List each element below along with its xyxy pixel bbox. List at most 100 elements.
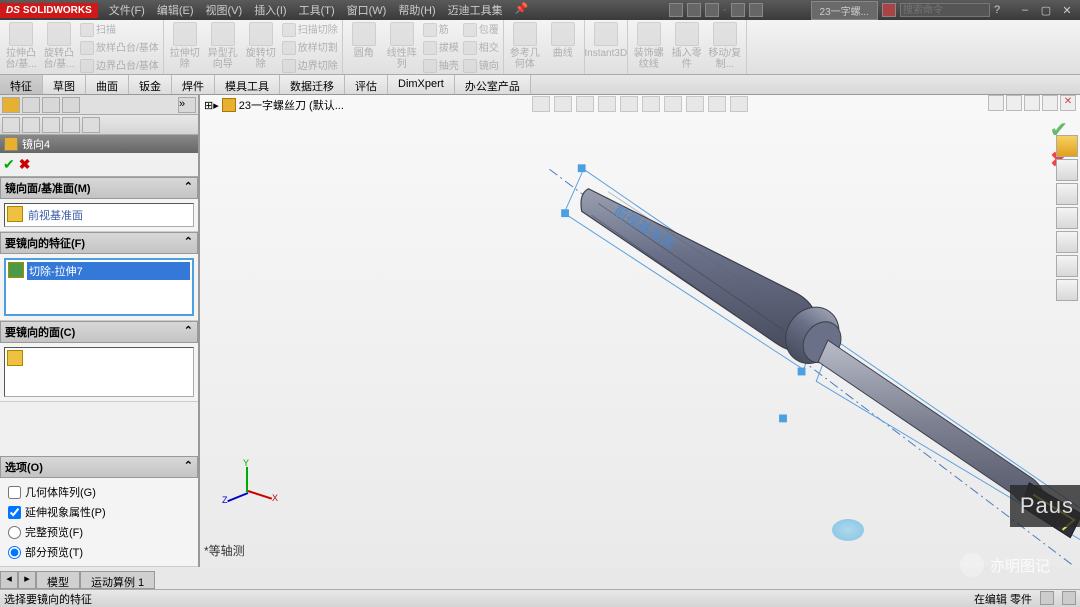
full-preview-radio[interactable] <box>8 526 21 539</box>
geom-pattern-checkbox[interactable] <box>8 486 21 499</box>
pm-tab-featuretree-icon[interactable] <box>2 97 20 113</box>
mirror-plane-select[interactable]: 前视基准面 <box>4 203 194 227</box>
minimize-icon[interactable]: – <box>1016 4 1034 17</box>
menu-window[interactable]: 窗口(W) <box>342 0 392 20</box>
graphics-viewport[interactable]: ⊞▸23一字螺丝刀 (默认... ✕ ✔ ✖ <box>200 95 1080 567</box>
extrude-boss-button[interactable]: 拉伸凸台/基... <box>4 22 38 70</box>
boundary-cut-button[interactable]: 边界切除 <box>282 58 338 74</box>
loft-button[interactable]: 放样凸台/基体 <box>80 40 159 56</box>
close-icon[interactable]: ✕ <box>1058 4 1076 17</box>
document-tab[interactable]: 23一字螺... <box>811 1 878 20</box>
scene-icon[interactable] <box>708 96 726 112</box>
boundary-button[interactable]: 边界凸台/基体 <box>80 58 159 74</box>
search-icon[interactable] <box>882 3 896 17</box>
intersect-button[interactable]: 相交 <box>463 40 499 56</box>
search-input[interactable] <box>900 3 990 17</box>
revolve-cut-button[interactable]: 旋转切除 <box>244 22 278 70</box>
propagate-props-checkbox[interactable] <box>8 506 21 519</box>
insert-part-button[interactable]: 插入零件 <box>670 22 704 70</box>
pm-tool-icon[interactable] <box>22 117 40 133</box>
tab-scroll-right-icon[interactable]: ▸ <box>18 571 36 589</box>
tab-evaluate[interactable]: 评估 <box>345 75 388 94</box>
prev-view-icon[interactable] <box>576 96 594 112</box>
tab-mold[interactable]: 模具工具 <box>215 75 280 94</box>
menu-pin-icon[interactable]: 📌 <box>510 0 534 20</box>
menu-view[interactable]: 视图(V) <box>201 0 248 20</box>
sweep-button[interactable]: 扫描 <box>80 22 159 38</box>
pm-tool-icon[interactable] <box>2 117 20 133</box>
tab-features[interactable]: 特征 <box>0 75 43 94</box>
tab-sheetmetal[interactable]: 钣金 <box>129 75 172 94</box>
section-mirror-features[interactable]: 要镜向的特征(F)⌃ <box>0 232 198 254</box>
qat-btn[interactable] <box>731 3 745 17</box>
qat-btn[interactable] <box>687 3 701 17</box>
tab-datamigration[interactable]: 数据迁移 <box>280 75 345 94</box>
menu-maidi[interactable]: 迈迪工具集 <box>443 0 508 20</box>
view-orient-icon[interactable] <box>620 96 638 112</box>
tab-sketch[interactable]: 草图 <box>43 75 86 94</box>
loft-cut-button[interactable]: 放样切割 <box>282 40 338 56</box>
menu-insert[interactable]: 插入(I) <box>249 0 291 20</box>
menu-help[interactable]: 帮助(H) <box>393 0 440 20</box>
vp-btn-icon[interactable] <box>1006 95 1022 111</box>
hide-show-icon[interactable] <box>664 96 682 112</box>
section-mirror-plane[interactable]: 镜向面/基准面(M)⌃ <box>0 177 198 199</box>
display-style-icon[interactable] <box>642 96 660 112</box>
appearance-icon[interactable] <box>686 96 704 112</box>
partial-preview-radio[interactable] <box>8 546 21 559</box>
mirror-button[interactable]: 镜向 <box>463 58 499 74</box>
wrap-button[interactable]: 包覆 <box>463 22 499 38</box>
revolve-boss-button[interactable]: 旋转凸台/基... <box>42 22 76 70</box>
section-view-icon[interactable] <box>598 96 616 112</box>
zoom-area-icon[interactable] <box>554 96 572 112</box>
qat-btn[interactable] <box>705 3 719 17</box>
menu-file[interactable]: 文件(F) <box>104 0 150 20</box>
vp-max-icon[interactable] <box>1042 95 1058 111</box>
move-copy-button[interactable]: 移动/复制... <box>708 22 742 70</box>
status-icon[interactable] <box>1040 591 1054 605</box>
view-settings-icon[interactable] <box>730 96 748 112</box>
menu-tools[interactable]: 工具(T) <box>294 0 340 20</box>
tab-scroll-left-icon[interactable]: ◂ <box>0 571 18 589</box>
menu-edit[interactable]: 编辑(E) <box>152 0 199 20</box>
tab-model[interactable]: 模型 <box>36 571 80 589</box>
cosmetic-thread-button[interactable]: 装饰螺纹线 <box>632 22 666 70</box>
pm-tool-icon[interactable] <box>62 117 80 133</box>
rib-button[interactable]: 筋 <box>423 22 459 38</box>
instant3d-button[interactable]: Instant3D <box>589 22 623 59</box>
ok-button[interactable]: ✔ <box>3 156 15 173</box>
pm-tool-icon[interactable] <box>82 117 100 133</box>
tab-office[interactable]: 办公室产品 <box>455 75 531 94</box>
qat-btn[interactable] <box>669 3 683 17</box>
cancel-button[interactable]: ✖ <box>19 156 31 173</box>
tab-weldments[interactable]: 焊件 <box>172 75 215 94</box>
tab-motion-study[interactable]: 运动算例 1 <box>80 571 155 589</box>
section-options[interactable]: 选项(O)⌃ <box>0 456 198 478</box>
mirror-features-select[interactable]: 切除-拉伸7 <box>4 258 194 316</box>
help-icon[interactable]: ? <box>994 4 1008 16</box>
section-mirror-faces[interactable]: 要镜向的面(C)⌃ <box>0 321 198 343</box>
vp-btn-icon[interactable] <box>988 95 1004 111</box>
vp-close-icon[interactable]: ✕ <box>1060 95 1076 111</box>
orientation-triad[interactable]: YXZ <box>224 467 274 517</box>
pm-tab-propmgr-icon[interactable] <box>22 97 40 113</box>
linear-pattern-button[interactable]: 线性阵列 <box>385 22 419 70</box>
ref-geom-button[interactable]: 参考几何体 <box>508 22 542 70</box>
hole-wizard-button[interactable]: 异型孔向导 <box>206 22 240 70</box>
zoom-fit-icon[interactable] <box>532 96 550 112</box>
pm-tab-pin-icon[interactable]: » <box>178 97 196 113</box>
qat-btn[interactable] <box>749 3 763 17</box>
pm-tool-icon[interactable] <box>42 117 60 133</box>
pm-tab-config-icon[interactable] <box>42 97 60 113</box>
shell-button[interactable]: 抽壳 <box>423 58 459 74</box>
sweep-cut-button[interactable]: 扫描切除 <box>282 22 338 38</box>
vp-min-icon[interactable] <box>1024 95 1040 111</box>
curves-button[interactable]: 曲线 <box>546 22 580 59</box>
tab-dimxpert[interactable]: DimXpert <box>388 75 455 94</box>
status-icon[interactable] <box>1062 591 1076 605</box>
tab-surfaces[interactable]: 曲面 <box>86 75 129 94</box>
draft-button[interactable]: 拔模 <box>423 40 459 56</box>
mirror-faces-select[interactable] <box>4 347 194 397</box>
extrude-cut-button[interactable]: 拉伸切除 <box>168 22 202 70</box>
fillet-button[interactable]: 圆角 <box>347 22 381 59</box>
